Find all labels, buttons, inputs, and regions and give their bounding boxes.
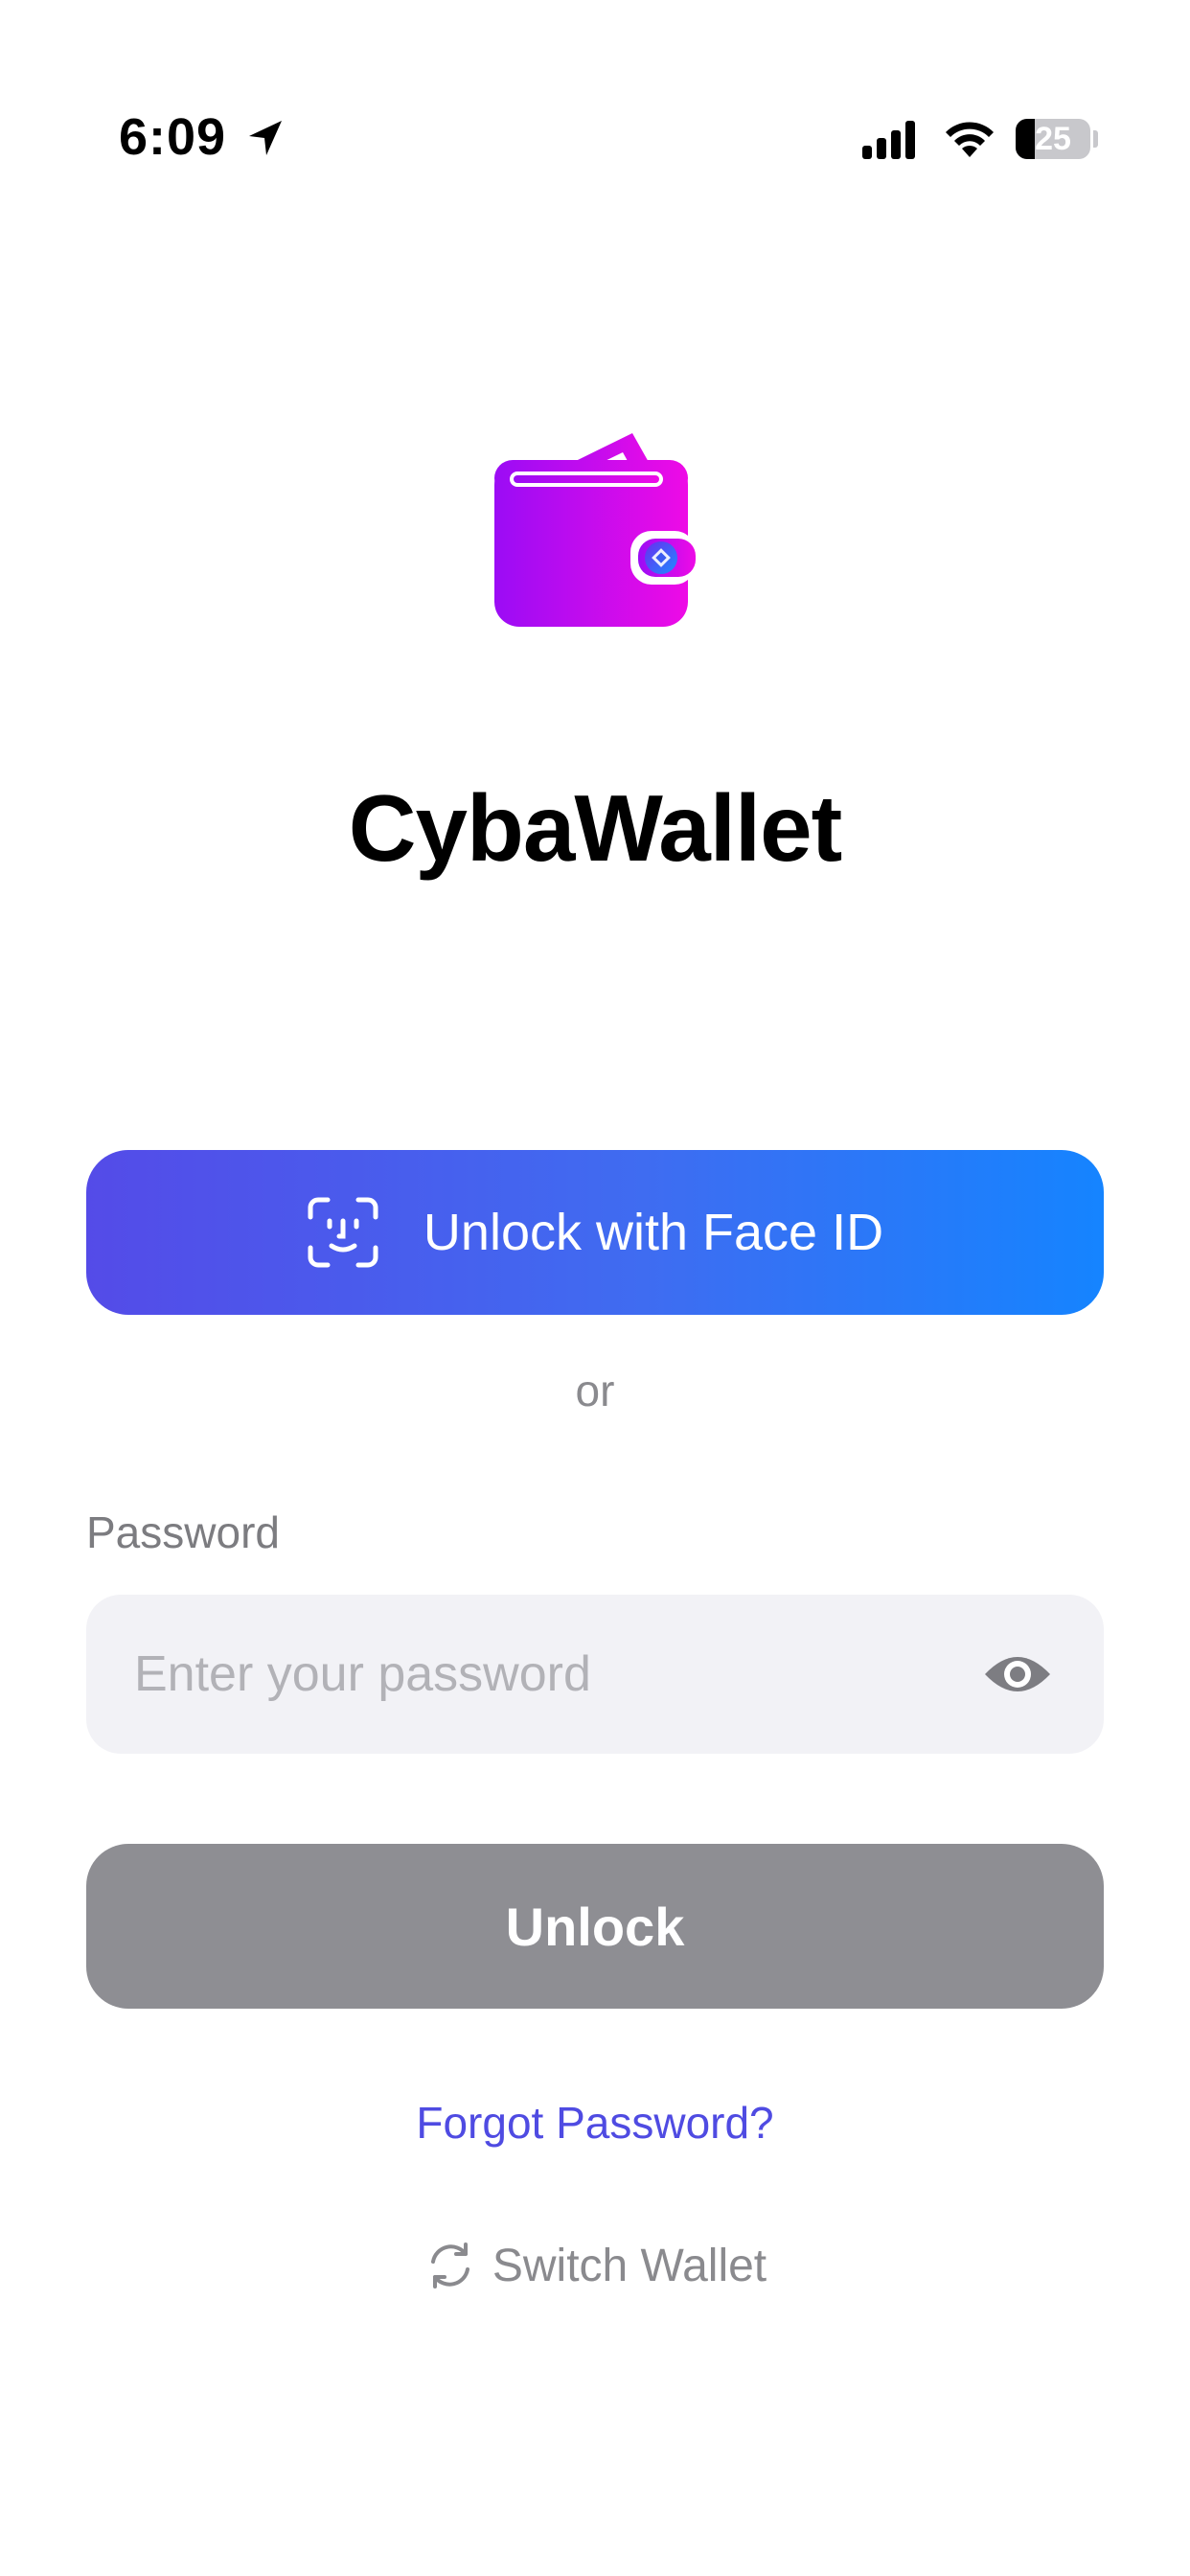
eye-icon[interactable] [983, 1645, 1052, 1703]
switch-wallet-label: Switch Wallet [492, 2240, 767, 2291]
location-arrow-icon [249, 121, 282, 155]
forgot-password-link[interactable]: Forgot Password? [0, 2097, 1190, 2149]
battery-indicator: 25 [1016, 119, 1090, 159]
status-bar: 6:09 25 [0, 0, 1190, 166]
unlock-button[interactable]: Unlock [86, 1844, 1104, 2009]
password-field-container [86, 1595, 1104, 1754]
password-input[interactable] [134, 1595, 958, 1754]
password-label: Password [86, 1507, 280, 1557]
battery-level: 25 [1035, 121, 1071, 157]
face-id-button-label: Unlock with Face ID [423, 1204, 884, 1261]
app-title: CybaWallet [348, 775, 843, 881]
or-divider: or [575, 1366, 615, 1415]
wallet-logo-icon [494, 433, 696, 627]
face-id-icon [308, 1197, 378, 1268]
cellular-signal-icon [862, 121, 915, 159]
switch-wallet-button[interactable]: Switch Wallet [0, 2239, 1190, 2292]
wifi-icon [946, 122, 994, 157]
status-time: 6:09 [119, 108, 227, 166]
unlock-with-face-id-button[interactable]: Unlock with Face ID [86, 1150, 1104, 1315]
refresh-icon [430, 2242, 469, 2288]
battery-cap [1093, 130, 1098, 148]
